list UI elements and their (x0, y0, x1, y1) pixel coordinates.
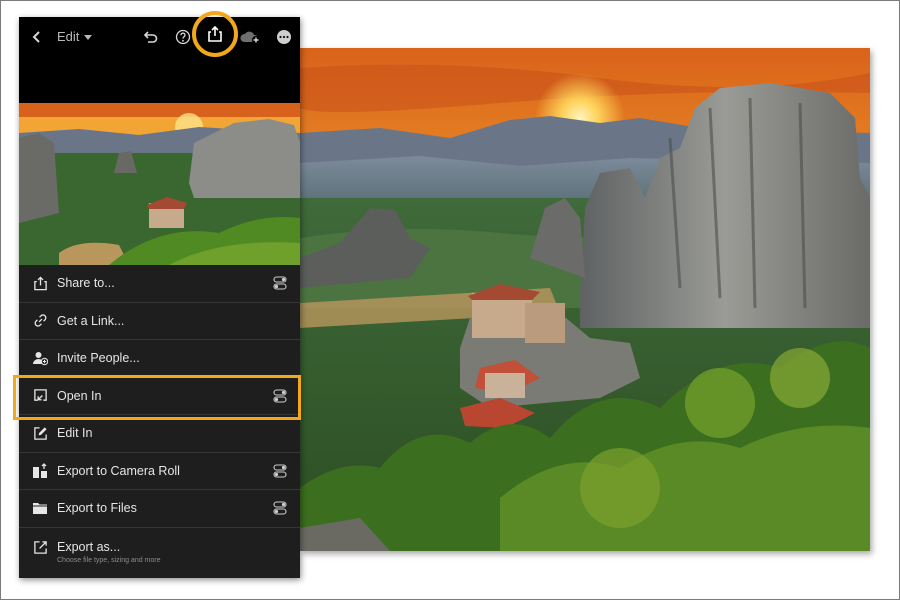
menu-item-label: Invite People... (57, 351, 140, 365)
menu-item-get-link[interactable]: Get a Link... (19, 303, 300, 341)
photo-thumbnail (19, 103, 300, 265)
menu-item-share-to[interactable]: Share to... (19, 265, 300, 303)
link-icon (32, 313, 48, 329)
more-icon[interactable] (272, 25, 296, 49)
folder-icon (32, 500, 48, 516)
menu-item-label: Open In (57, 389, 101, 403)
share-button[interactable] (192, 11, 238, 57)
open-in-icon (32, 388, 48, 404)
menu-item-label: Share to... (57, 276, 115, 290)
menu-item-edit-in[interactable]: Edit In (19, 415, 300, 453)
top-toolbar: Edit (19, 17, 300, 103)
menu-item-label: Export to Camera Roll (57, 464, 180, 478)
toggle-settings-icon[interactable] (272, 463, 288, 479)
share-menu: Share to... Get a Link... Invite People.… (19, 265, 300, 576)
edit-in-icon (32, 425, 48, 441)
back-icon[interactable] (25, 25, 49, 49)
toggle-settings-icon[interactable] (272, 388, 288, 404)
export-camera-roll-icon (32, 463, 48, 479)
share-panel: Edit (19, 17, 300, 578)
chevron-down-icon[interactable] (84, 35, 92, 40)
toggle-settings-icon[interactable] (272, 275, 288, 291)
menu-item-export-as[interactable]: Export as... Choose file type, sizing an… (19, 528, 300, 576)
edit-menu-label[interactable]: Edit (57, 29, 79, 44)
share-icon (32, 275, 48, 291)
menu-item-label: Get a Link... (57, 314, 124, 328)
toggle-settings-icon[interactable] (272, 500, 288, 516)
menu-item-export-camera-roll[interactable]: Export to Camera Roll (19, 453, 300, 491)
menu-item-label: Export as... (57, 540, 120, 554)
main-photo (300, 48, 870, 551)
menu-item-open-in[interactable]: Open In (19, 378, 300, 416)
menu-item-export-files[interactable]: Export to Files (19, 490, 300, 528)
cloud-add-icon[interactable] (238, 25, 262, 49)
share-icon (206, 25, 224, 43)
menu-item-invite-people[interactable]: Invite People... (19, 340, 300, 378)
menu-item-label: Export to Files (57, 501, 137, 515)
menu-item-label: Edit In (57, 426, 92, 440)
export-as-icon (32, 540, 48, 556)
undo-icon[interactable] (138, 25, 162, 49)
menu-item-sublabel: Choose file type, sizing and more (57, 557, 161, 564)
invite-people-icon (32, 350, 48, 366)
